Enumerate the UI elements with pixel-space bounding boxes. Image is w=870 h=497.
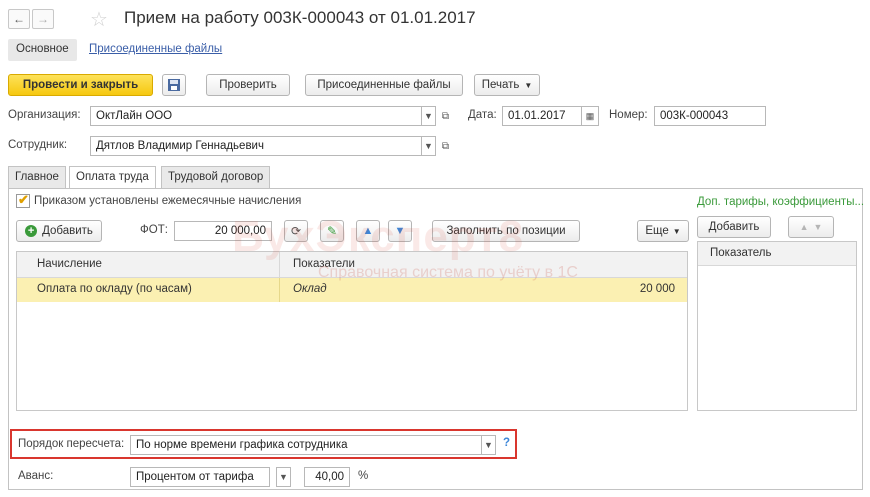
column-divider xyxy=(279,252,280,278)
chevron-down-icon: ▼ xyxy=(279,472,288,482)
attached-files-button[interactable]: Присоединенные файлы xyxy=(305,74,463,96)
recalc-field[interactable]: По норме времени графика сотрудника xyxy=(130,435,482,455)
arrow-up-icon: ▲ xyxy=(799,222,809,232)
accruals-table[interactable]: Начисление Показатели Оплата по окладу (… xyxy=(16,251,688,411)
fill-by-position-button[interactable]: Заполнить по позиции xyxy=(432,220,580,242)
arrow-down-icon: ▼ xyxy=(394,225,406,237)
pencil-icon: ✎ xyxy=(326,224,338,238)
date-label: Дата: xyxy=(468,109,497,121)
print-label: Печать xyxy=(481,79,520,91)
arrow-left-icon: ← xyxy=(13,12,25,26)
more-button[interactable]: Еще ▼ xyxy=(637,220,689,242)
date-field[interactable]: 01.01.2017 xyxy=(502,106,582,126)
plus-circle-icon: + xyxy=(25,225,38,237)
chevron-down-icon: ▼ xyxy=(484,440,493,450)
subtab-attached-files[interactable]: Присоединенные файлы xyxy=(81,39,230,61)
back-button[interactable]: ← xyxy=(8,9,30,29)
add-accrual-button[interactable]: + Добавить xyxy=(16,220,102,242)
chevron-down-icon: ▼ xyxy=(524,80,533,90)
column-header-indicators[interactable]: Показатели xyxy=(287,252,361,276)
move-up-button[interactable]: ▲ xyxy=(356,220,380,242)
calendar-button[interactable]: ▦ xyxy=(581,106,599,126)
advance-mode-field[interactable]: Процентом от тарифа xyxy=(130,467,270,487)
save-button[interactable] xyxy=(162,74,186,96)
column-header-indicator[interactable]: Показатель xyxy=(704,242,777,265)
tab-labor-contract[interactable]: Трудовой договор xyxy=(161,166,271,188)
recalc-label: Порядок пересчета: xyxy=(18,438,125,450)
table-header: Показатель xyxy=(698,242,856,266)
tariff-move-buttons[interactable]: ▲ ▼ xyxy=(788,216,834,238)
chevron-down-icon: ▼ xyxy=(424,141,433,151)
open-link-icon: ⧉ xyxy=(441,140,450,152)
arrow-down-icon: ▼ xyxy=(813,222,823,232)
add-label: Добавить xyxy=(42,225,93,237)
employee-dropdown-button[interactable]: ▼ xyxy=(421,136,436,156)
number-label: Номер: xyxy=(609,109,648,121)
extra-tariffs-title[interactable]: Доп. тарифы, коэффициенты... xyxy=(697,196,864,208)
tab-payroll[interactable]: Оплата труда xyxy=(69,166,156,189)
edit-button[interactable]: ✎ xyxy=(320,220,344,242)
arrow-right-icon: → xyxy=(37,12,49,26)
arrow-up-icon: ▲ xyxy=(362,225,374,237)
post-and-close-button[interactable]: Провести и закрыть xyxy=(8,74,153,96)
employee-label: Сотрудник: xyxy=(8,139,68,151)
refresh-button[interactable]: ⟳ xyxy=(284,220,308,242)
accrual-cell: Оплата по окладу (по часам) xyxy=(37,283,192,295)
advance-mode-dropdown-button[interactable]: ▼ xyxy=(276,467,291,487)
indicator-cell: Оклад xyxy=(293,283,327,295)
value-cell: 20 000 xyxy=(639,283,675,295)
organization-dropdown-button[interactable]: ▼ xyxy=(421,106,436,126)
tariffs-table[interactable]: Показатель xyxy=(697,241,857,411)
forward-button[interactable]: → xyxy=(32,9,54,29)
help-icon[interactable]: ? xyxy=(503,437,510,449)
add-tariff-button[interactable]: Добавить xyxy=(697,216,771,238)
monthly-accruals-checkbox[interactable]: ✔ xyxy=(16,192,30,208)
organization-label: Организация: xyxy=(8,109,81,121)
monthly-accruals-label: Приказом установлены ежемесячные начисле… xyxy=(34,195,302,207)
advance-value-field[interactable]: 40,00 xyxy=(304,467,350,487)
column-divider xyxy=(279,278,280,302)
fot-label: ФОТ: xyxy=(140,224,168,236)
table-row[interactable]: Оплата по окладу (по часам) Оклад 20 000 xyxy=(17,278,687,302)
column-header-accrual[interactable]: Начисление xyxy=(31,252,108,276)
number-field[interactable]: 003К-000043 xyxy=(654,106,766,126)
floppy-disk-icon xyxy=(168,79,180,91)
table-header: Начисление Показатели xyxy=(17,252,687,278)
refresh-icon: ⟳ xyxy=(290,224,302,238)
recalc-dropdown-button[interactable]: ▼ xyxy=(481,435,496,455)
open-link-icon: ⧉ xyxy=(441,110,450,122)
fot-field[interactable]: 20 000,00 xyxy=(174,221,272,241)
employee-field[interactable]: Дятлов Владимир Геннадьевич xyxy=(90,136,422,156)
move-down-button[interactable]: ▼ xyxy=(388,220,412,242)
more-label: Еще xyxy=(645,225,669,237)
check-button[interactable]: Проверить xyxy=(206,74,290,96)
calendar-icon: ▦ xyxy=(585,110,595,121)
print-button[interactable]: Печать ▼ xyxy=(474,74,540,96)
subtab-main[interactable]: Основное xyxy=(8,39,77,61)
organization-open-button[interactable]: ⧉ xyxy=(438,106,453,126)
advance-unit-label: % xyxy=(358,470,369,482)
advance-label: Аванс: xyxy=(18,470,54,482)
page-title: Прием на работу 003К-000043 от 01.01.201… xyxy=(124,8,476,27)
checkmark-icon: ✔ xyxy=(18,192,29,207)
organization-field[interactable]: ОктЛайн ООО xyxy=(90,106,422,126)
chevron-down-icon: ▼ xyxy=(672,226,681,236)
tab-main[interactable]: Главное xyxy=(8,166,66,188)
employee-open-button[interactable]: ⧉ xyxy=(438,136,453,156)
chevron-down-icon: ▼ xyxy=(424,111,433,121)
favorite-star-icon[interactable]: ☆ xyxy=(90,7,108,32)
